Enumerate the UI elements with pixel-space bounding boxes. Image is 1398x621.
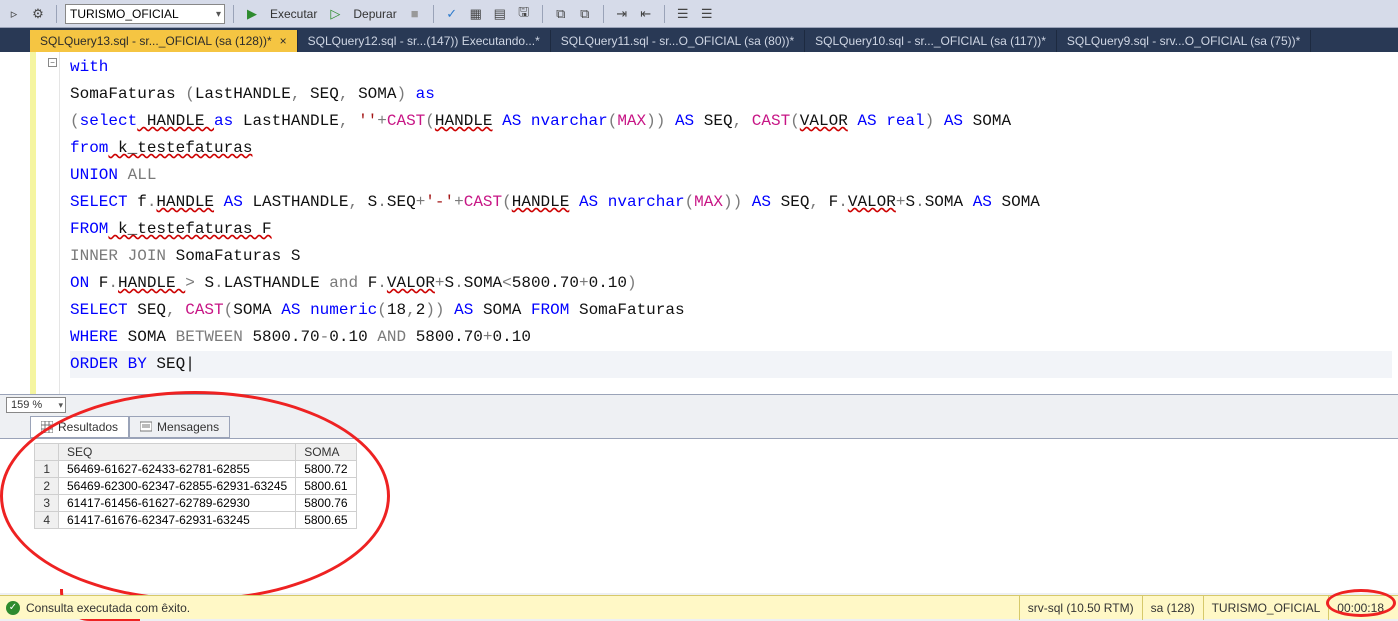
code-content[interactable]: with SomaFaturas (LastHANDLE, SEQ, SOMA)… xyxy=(60,52,1398,394)
messages-tab-label: Mensagens xyxy=(157,420,219,434)
results-tab-label: Resultados xyxy=(58,420,118,434)
toolbar-separator xyxy=(56,5,57,23)
debug-button[interactable]: Depurar xyxy=(349,7,400,21)
collapse-region-icon[interactable]: − xyxy=(48,58,57,67)
check-icon[interactable]: ✓ xyxy=(442,4,462,24)
code-editor[interactable]: − with SomaFaturas (LastHANDLE, SEQ, SOM… xyxy=(0,52,1398,394)
cell-seq[interactable]: 61417-61676-62347-62931-63245 xyxy=(59,512,296,529)
execute-icon[interactable]: ▶ xyxy=(242,4,262,24)
tab-query10[interactable]: SQLQuery10.sql - sr..._OFICIAL (sa (117)… xyxy=(805,30,1057,52)
tab-query13[interactable]: SQLQuery13.sql - sr..._OFICIAL (sa (128)… xyxy=(30,30,298,52)
row-number[interactable]: 1 xyxy=(35,461,59,478)
row-number[interactable]: 3 xyxy=(35,495,59,512)
results-to-grid-icon[interactable]: ▦ xyxy=(466,4,486,24)
execute-button[interactable]: Executar xyxy=(266,7,321,21)
messages-icon xyxy=(140,421,152,433)
results-to-file-icon[interactable]: 🖫 xyxy=(514,4,534,24)
zoom-combo[interactable]: 159 % xyxy=(6,397,66,413)
editor-gutter: − xyxy=(0,52,60,394)
status-bar: ✓ Consulta executada com êxito. srv-sql … xyxy=(0,595,1398,619)
tab-query9[interactable]: SQLQuery9.sql - srv...O_OFICIAL (sa (75)… xyxy=(1057,30,1311,52)
tab-label: SQLQuery9.sql - srv...O_OFICIAL (sa (75)… xyxy=(1067,34,1300,48)
table-row[interactable]: 3 61417-61456-61627-62789-62930 5800.76 xyxy=(35,495,357,512)
cell-soma[interactable]: 5800.61 xyxy=(296,478,356,495)
toolbar-separator xyxy=(542,5,543,23)
results-grid-area: SEQ SOMA 1 56469-61627-62433-62781-62855… xyxy=(0,438,1398,593)
database-combo[interactable]: TURISMO_OFICIAL xyxy=(65,4,225,24)
cell-soma[interactable]: 5800.76 xyxy=(296,495,356,512)
toolbar-separator xyxy=(233,5,234,23)
row-header-corner xyxy=(35,444,59,461)
tab-query12[interactable]: SQLQuery12.sql - sr...(147)) Executando.… xyxy=(298,30,551,52)
toolbar-misc-icon[interactable]: ☰ xyxy=(697,4,717,24)
output-panel-tabs: Resultados Mensagens xyxy=(0,414,1398,438)
table-row[interactable]: 4 61417-61676-62347-62931-63245 5800.65 xyxy=(35,512,357,529)
table-header-row: SEQ SOMA xyxy=(35,444,357,461)
status-db: TURISMO_OFICIAL xyxy=(1203,596,1329,620)
table-row[interactable]: 2 56469-62300-62347-62855-62931-63245 58… xyxy=(35,478,357,495)
toolbar-separator xyxy=(433,5,434,23)
results-grid-icon xyxy=(41,421,53,433)
toolbar-misc-icon[interactable]: ☰ xyxy=(673,4,693,24)
indent-left-icon[interactable]: ⇤ xyxy=(636,4,656,24)
status-message: Consulta executada com êxito. xyxy=(26,601,190,615)
row-number[interactable]: 4 xyxy=(35,512,59,529)
tab-label: SQLQuery11.sql - sr...O_OFICIAL (sa (80)… xyxy=(561,34,794,48)
comment-icon[interactable]: ⧉ xyxy=(551,4,571,24)
row-number[interactable]: 2 xyxy=(35,478,59,495)
toolbar-separator xyxy=(664,5,665,23)
messages-tab[interactable]: Mensagens xyxy=(129,416,230,438)
cell-seq[interactable]: 56469-62300-62347-62855-62931-63245 xyxy=(59,478,296,495)
tab-label: SQLQuery10.sql - sr..._OFICIAL (sa (117)… xyxy=(815,34,1046,48)
toolbar-pointer-icon[interactable]: ▹ xyxy=(4,4,24,24)
results-to-text-icon[interactable]: ▤ xyxy=(490,4,510,24)
toolbar: ▹ ⚙ TURISMO_OFICIAL ▶ Executar ▷ Depurar… xyxy=(0,0,1398,28)
status-login: sa (128) xyxy=(1142,596,1203,620)
document-tabs: SQLQuery13.sql - sr..._OFICIAL (sa (128)… xyxy=(0,28,1398,52)
indent-right-icon[interactable]: ⇥ xyxy=(612,4,632,24)
success-icon: ✓ xyxy=(6,601,20,615)
table-row[interactable]: 1 56469-61627-62433-62781-62855 5800.72 xyxy=(35,461,357,478)
debug-icon[interactable]: ▷ xyxy=(325,4,345,24)
cell-seq[interactable]: 56469-61627-62433-62781-62855 xyxy=(59,461,296,478)
cell-seq[interactable]: 61417-61456-61627-62789-62930 xyxy=(59,495,296,512)
col-header-seq[interactable]: SEQ xyxy=(59,444,296,461)
tab-query11[interactable]: SQLQuery11.sql - sr...O_OFICIAL (sa (80)… xyxy=(551,30,805,52)
uncomment-icon[interactable]: ⧉ xyxy=(575,4,595,24)
stop-icon[interactable]: ■ xyxy=(405,4,425,24)
tab-label: SQLQuery12.sql - sr...(147)) Executando.… xyxy=(308,34,540,48)
zoom-bar: 159 % xyxy=(0,394,1398,414)
cell-soma[interactable]: 5800.65 xyxy=(296,512,356,529)
tab-label: SQLQuery13.sql - sr..._OFICIAL (sa (128)… xyxy=(40,34,272,48)
results-grid[interactable]: SEQ SOMA 1 56469-61627-62433-62781-62855… xyxy=(34,443,357,529)
status-elapsed: 00:00:18 xyxy=(1328,596,1392,620)
results-tab[interactable]: Resultados xyxy=(30,416,129,438)
cell-soma[interactable]: 5800.72 xyxy=(296,461,356,478)
close-icon[interactable]: × xyxy=(280,34,287,48)
toolbar-config-icon[interactable]: ⚙ xyxy=(28,4,48,24)
status-server: srv-sql (10.50 RTM) xyxy=(1019,596,1142,620)
col-header-soma[interactable]: SOMA xyxy=(296,444,356,461)
toolbar-separator xyxy=(603,5,604,23)
